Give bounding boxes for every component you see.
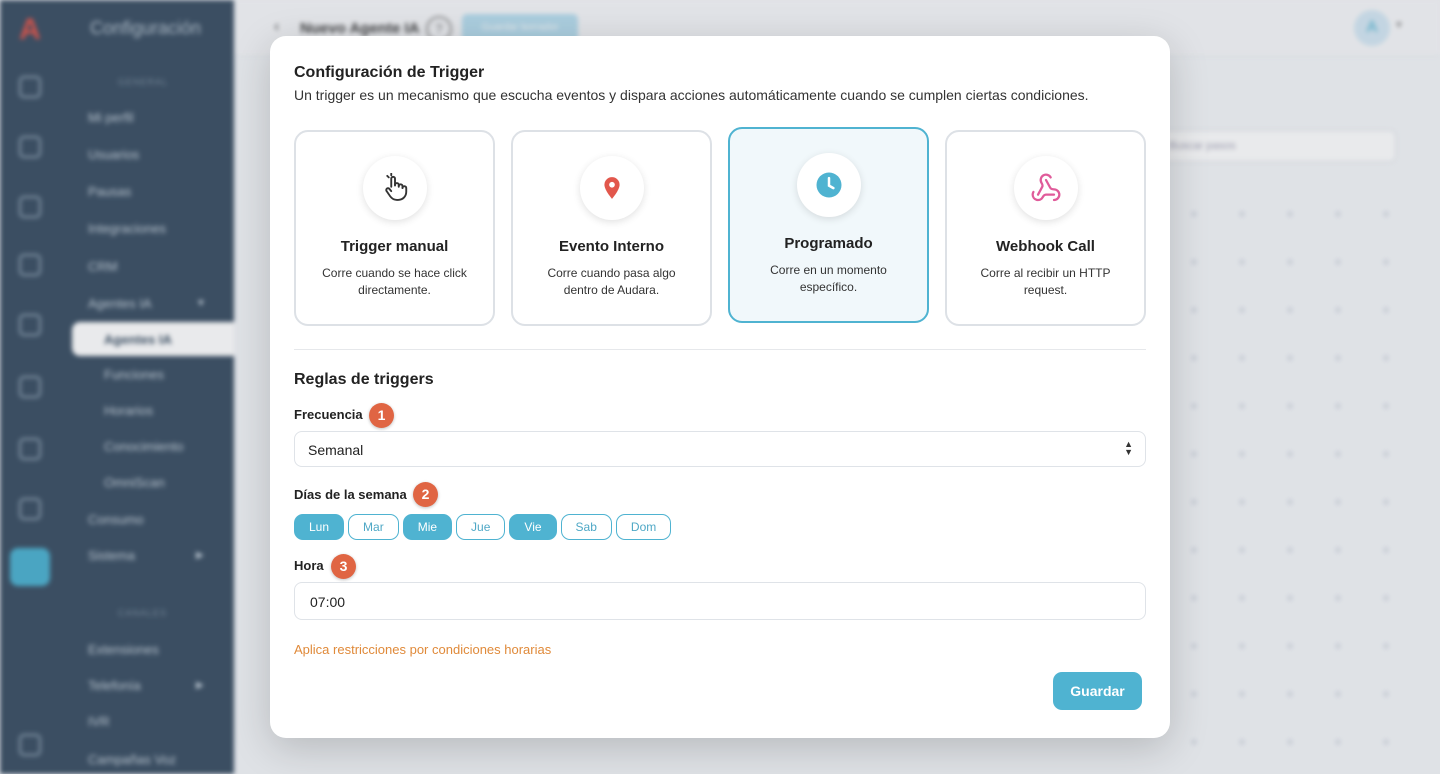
hand-pointer-icon [363,156,427,220]
card-description: Corre cuando se hace click directamente. [322,266,467,297]
modal-description: Un trigger es un mecanismo que escucha e… [294,87,1089,103]
day-toggle-dom[interactable]: Dom [615,514,672,540]
weekdays-label: Días de la semana [294,487,407,502]
map-pin-icon [580,156,644,220]
card-title: Trigger manual [340,238,449,255]
day-toggle-mie[interactable]: Mie [402,514,453,540]
section-divider [294,349,1146,350]
time-label: Hora [294,558,324,573]
webhook-icon [1014,156,1078,220]
save-button[interactable]: Guardar [1053,672,1142,710]
frequency-select-value: Semanal [308,442,364,458]
day-toggle-jue[interactable]: Jue [456,514,506,540]
step-badge-3: 3 [331,554,356,579]
card-description: Corre al recibir un HTTP request. [980,266,1111,297]
card-title: Webhook Call [996,238,1095,255]
modal-title: Configuración de Trigger [294,64,485,81]
trigger-card-manual[interactable]: Trigger manual Corre cuando se hace clic… [294,130,495,326]
time-input[interactable]: 07:00 [294,582,1146,620]
day-toggle-lun[interactable]: Lun [294,514,345,540]
card-description: Corre en un momento específico. [770,263,887,294]
trigger-config-modal: Configuración de Trigger Un trigger es u… [270,36,1170,738]
rules-section-title: Reglas de triggers [294,371,434,388]
day-toggle-sab[interactable]: Sab [560,514,612,540]
step-badge-1: 1 [369,403,394,428]
frequency-label: Frecuencia [294,407,363,422]
card-description: Corre cuando pasa algo dentro de Audara. [547,266,676,297]
step-badge-2: 2 [413,482,438,507]
card-title: Programado [784,235,873,252]
sort-arrows-icon: ▲ ▼ [1124,439,1133,457]
clock-icon [797,153,861,217]
weekday-toggle-group: Lun Mar Mie Jue Vie Sab Dom [294,514,672,540]
day-toggle-vie[interactable]: Vie [509,514,557,540]
time-restrictions-link[interactable]: Aplica restricciones por condiciones hor… [294,642,551,657]
frequency-select[interactable]: Semanal ▲ ▼ [294,431,1146,467]
trigger-card-scheduled[interactable]: Programado Corre en un momento específic… [728,127,929,323]
day-toggle-mar[interactable]: Mar [348,514,399,540]
trigger-card-internal-event[interactable]: Evento Interno Corre cuando pasa algo de… [511,130,712,326]
trigger-card-webhook[interactable]: Webhook Call Corre al recibir un HTTP re… [945,130,1146,326]
card-title: Evento Interno [558,238,664,255]
